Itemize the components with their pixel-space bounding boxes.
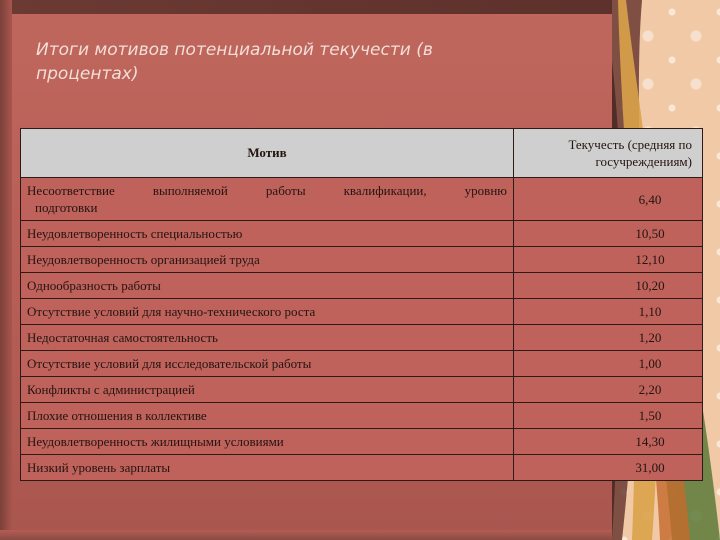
rate-cell: 2,20 (513, 376, 703, 403)
motive-cell: Отсутствие условий для исследовательской… (20, 350, 514, 377)
slide-left-edge (0, 0, 12, 540)
motive-cell: Низкий уровень зарплаты (20, 454, 514, 481)
motive-cell: Плохие отношения в коллективе (20, 402, 514, 429)
table-row: Однообразность работы 10,20 (20, 272, 703, 299)
table-row: Низкий уровень зарплаты 31,00 (20, 454, 703, 481)
rate-cell: 12,10 (513, 246, 703, 273)
rate-cell: 10,50 (513, 220, 703, 247)
header-rate: Текучесть (средняя по госучреждениям) (513, 128, 703, 178)
motive-text-continued: подготовки (35, 200, 98, 215)
motive-cell: Неудовлетворенность жилищными условиями (20, 428, 514, 455)
rate-cell: 31,00 (513, 454, 703, 481)
motive-cell: Отсутствие условий для научно-техническо… (20, 298, 514, 325)
rate-cell: 1,10 (513, 298, 703, 325)
table-row: Неудовлетворенность специальностью 10,50 (20, 220, 703, 247)
table-row: Конфликты с администрацией 2,20 (20, 376, 703, 403)
table-row: Отсутствие условий для исследовательской… (20, 350, 703, 377)
motive-cell: Неудовлетворенность организацией труда (20, 246, 514, 273)
rate-cell: 1,20 (513, 324, 703, 351)
motive-cell: Конфликты с администрацией (20, 376, 514, 403)
rate-cell: 1,50 (513, 402, 703, 429)
table-row: Недостаточная самостоятельность 1,20 (20, 324, 703, 351)
slide-title: Итоги мотивов потенциальной текучести (в… (36, 40, 433, 84)
table-row: Плохие отношения в коллективе 1,50 (20, 402, 703, 429)
header-motive: Мотив (20, 128, 514, 178)
table-row: Неудовлетворенность организацией труда 1… (20, 246, 703, 273)
motive-cell: Несоответствие выполняемой работы квалиф… (20, 177, 514, 221)
motives-table: Мотив Текучесть (средняя по госучреждени… (20, 128, 703, 481)
rate-cell: 6,40 (513, 177, 703, 221)
table-row: Несоответствие выполняемой работы квалиф… (20, 177, 703, 221)
table-row: Неудовлетворенность жилищными условиями … (20, 428, 703, 455)
motive-cell: Однообразность работы (20, 272, 514, 299)
rate-cell: 14,30 (513, 428, 703, 455)
rate-cell: 1,00 (513, 350, 703, 377)
table-row: Отсутствие условий для научно-техническо… (20, 298, 703, 325)
rate-cell: 10,20 (513, 272, 703, 299)
motive-cell: Неудовлетворенность специальностью (20, 220, 514, 247)
table-header-row: Мотив Текучесть (средняя по госучреждени… (20, 128, 703, 178)
motive-cell: Недостаточная самостоятельность (20, 324, 514, 351)
motive-text: Несоответствие выполняемой работы квалиф… (27, 183, 507, 198)
